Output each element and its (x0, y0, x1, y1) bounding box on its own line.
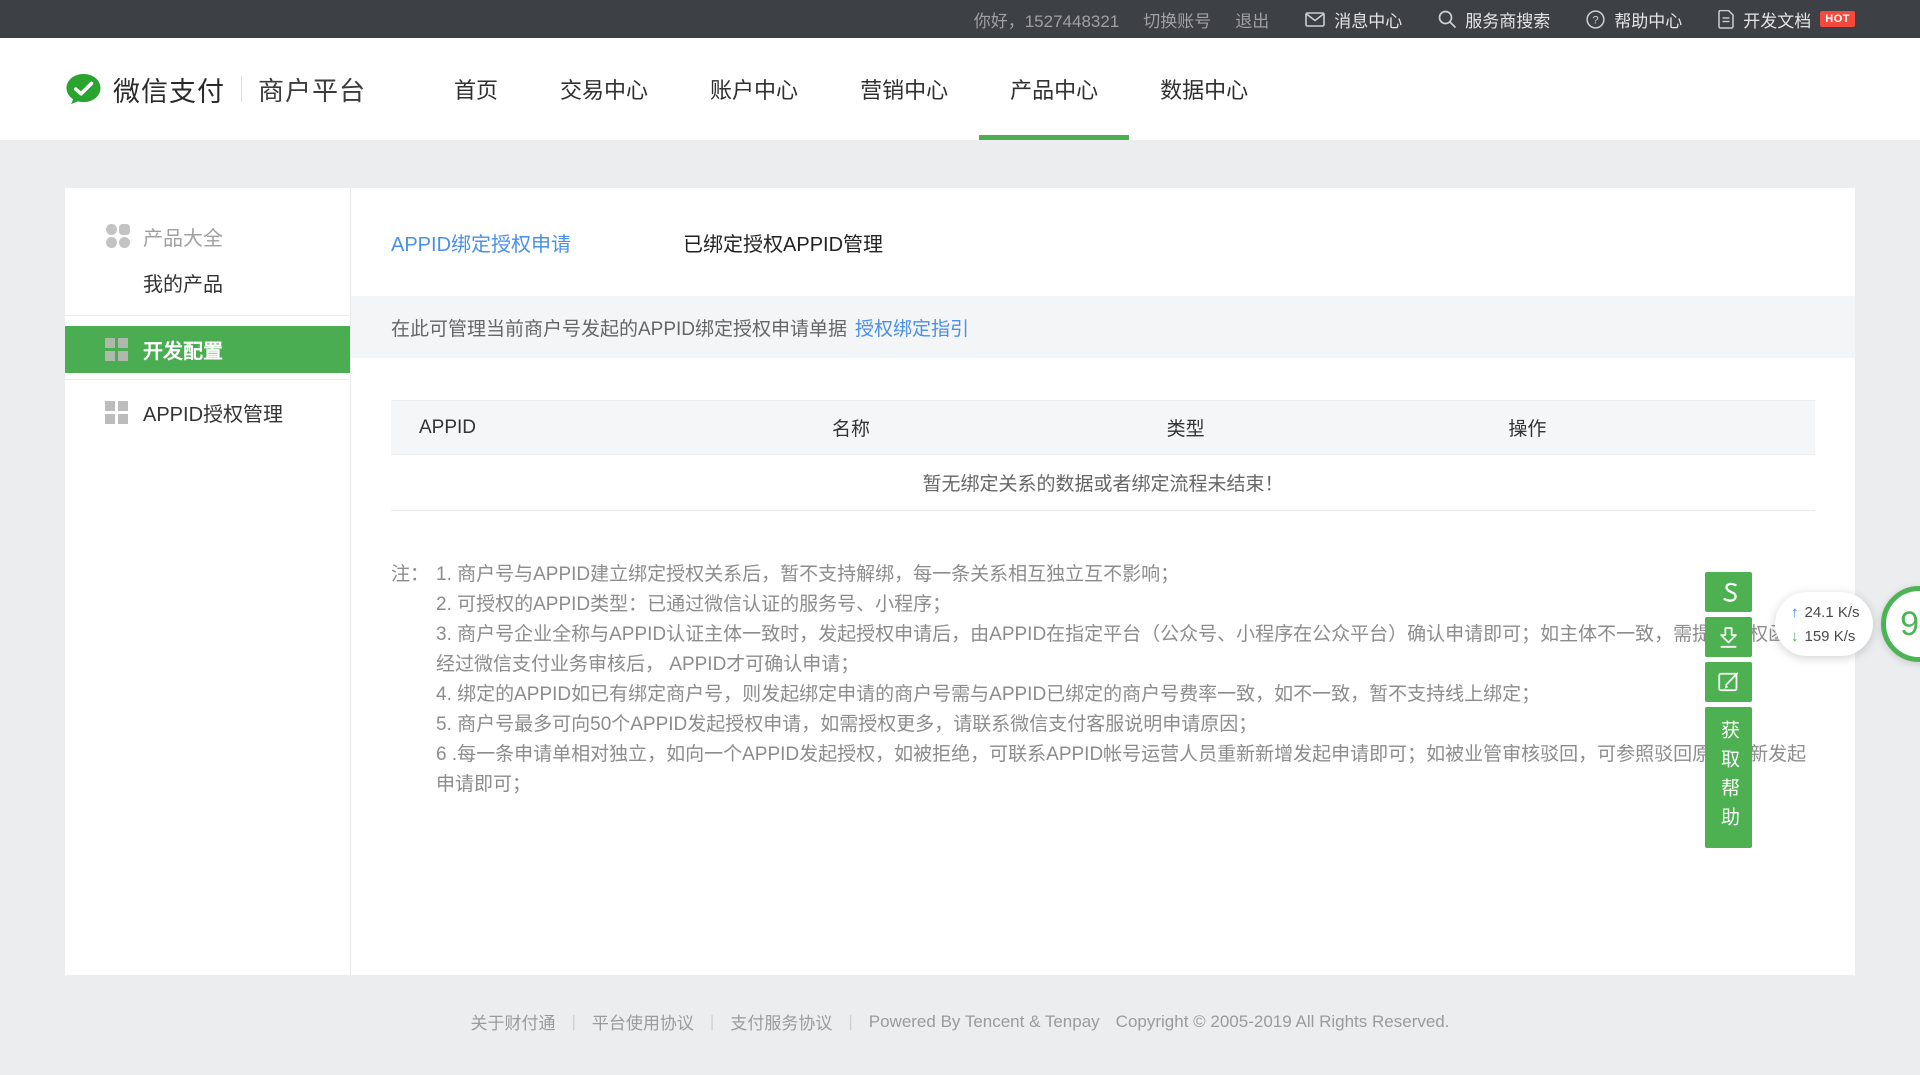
footer-link-payment-agreement[interactable]: 支付服务协议 (730, 1009, 832, 1034)
link-curve-button[interactable] (1705, 572, 1752, 612)
note-line: 2. 可授权的APPID类型：已通过微信认证的服务号、小程序； (436, 594, 952, 615)
info-bar: 在此可管理当前商户号发起的APPID绑定授权申请单据 授权绑定指引 (351, 296, 1855, 358)
download-arrow-icon: ↓ (1791, 627, 1799, 645)
floating-toolbar: 获取帮助 (1705, 572, 1752, 848)
main-card: 产品大全 我的产品 开发配置 APPID授权管理 APPID绑定授权申请 已绑定… (65, 188, 1855, 975)
tab-appid-bind-apply[interactable]: APPID绑定授权申请 (391, 228, 571, 257)
footer-separator: | (709, 1011, 715, 1031)
notes-section: 注： 1. 商户号与APPID建立绑定授权关系后，暂不支持解绑，每一条关系相互独… (391, 560, 1815, 800)
score-badge[interactable]: 99 (1881, 586, 1920, 662)
appid-table: APPID 名称 类型 操作 暂无绑定关系的数据或者绑定流程未结束！ (391, 400, 1815, 511)
wechat-pay-logo[interactable]: 微信支付 商户平台 (65, 70, 366, 109)
sidebar-item-all-products[interactable]: 产品大全 (65, 212, 350, 260)
note-line: 3. 商户号企业全称与APPID认证主体一致时，发起授权申请后，由APPID在指… (436, 624, 1807, 675)
platform-name: 商户平台 (258, 75, 367, 106)
score-value: 99 (1900, 604, 1920, 643)
edit-button[interactable] (1705, 662, 1752, 702)
hot-badge: HOT (1820, 11, 1855, 27)
sp-search-menu[interactable]: 服务商搜索 (1438, 7, 1550, 32)
get-help-button[interactable]: 获取帮助 (1705, 707, 1752, 848)
network-speed-widget[interactable]: ↑ 24.1 K/s ↓ 159 K/s (1775, 592, 1873, 656)
nav-item-marketing-center[interactable]: 营销中心 (829, 38, 979, 140)
content-panel: APPID绑定授权申请 已绑定授权APPID管理 在此可管理当前商户号发起的AP… (351, 188, 1855, 975)
footer-powered-by: Powered By Tencent & Tenpay (868, 1011, 1100, 1031)
wechat-bubble-icon (65, 73, 102, 106)
help-center-menu[interactable]: ? 帮助中心 (1586, 7, 1682, 32)
note-line: 4. 绑定的APPID如已有绑定商户号，则发起绑定申请的商户号需与APPID已绑… (436, 684, 1541, 705)
edit-pencil-icon (1717, 670, 1741, 694)
footer-link-platform-agreement[interactable]: 平台使用协议 (592, 1009, 694, 1034)
dev-docs-menu[interactable]: 开发文档 HOT (1718, 7, 1855, 32)
topbar: 你好，1527448321 切换账号 退出 消息中心 服务商搜索 ? 帮助中心 (0, 0, 1920, 38)
sidebar-item-appid-auth[interactable]: APPID授权管理 (65, 390, 350, 434)
download-speed-value: 159 K/s (1804, 627, 1856, 645)
notes-prefix: 注： (391, 564, 430, 585)
sidebar-label-dev-config: 开发配置 (143, 341, 223, 363)
dev-docs-label: 开发文档 (1743, 11, 1812, 31)
nav-item-transaction-center[interactable]: 交易中心 (529, 38, 679, 140)
nav-item-account-center[interactable]: 账户中心 (679, 38, 829, 140)
sidebar-item-my-products[interactable]: 我的产品 (65, 260, 350, 304)
search-icon (1438, 10, 1465, 28)
mail-icon (1305, 11, 1334, 27)
document-icon (1718, 9, 1743, 29)
column-header-appid: APPID (391, 400, 804, 455)
account-greeting: 你好，1527448321 (973, 11, 1120, 31)
footer-separator: | (571, 1011, 576, 1031)
help-center-label: 帮助中心 (1614, 11, 1683, 31)
sp-search-label: 服务商搜索 (1465, 11, 1551, 31)
grid-squares-icon (105, 338, 131, 361)
download-button[interactable] (1705, 617, 1752, 657)
footer: 关于财付通 | 平台使用协议 | 支付服务协议 | Powered By Ten… (65, 1009, 1855, 1034)
nav-item-product-center[interactable]: 产品中心 (979, 38, 1130, 140)
download-icon (1716, 624, 1741, 650)
upload-arrow-icon: ↑ (1791, 603, 1799, 621)
message-center-menu[interactable]: 消息中心 (1305, 7, 1402, 32)
sidebar-label-appid-auth: APPID授权管理 (143, 403, 284, 426)
sidebar-divider (65, 379, 350, 380)
logo-divider (241, 76, 242, 102)
primary-nav: 首页 交易中心 账户中心 营销中心 产品中心 数据中心 (423, 38, 1279, 140)
s-curve-link-icon (1716, 579, 1741, 606)
grid-squares-icon (105, 400, 131, 424)
logout-link[interactable]: 退出 (1235, 7, 1269, 32)
question-circle-icon: ? (1586, 9, 1614, 29)
empty-state-text: 暂无绑定关系的数据或者绑定流程未结束！ (391, 454, 1815, 511)
note-line: 6 .每一条申请单相对独立，如向一个APPID发起授权，如被拒绝，可联系APPI… (436, 744, 1807, 795)
sidebar-label-all-products: 产品大全 (143, 227, 223, 250)
upload-speed-value: 24.1 K/s (1804, 603, 1860, 621)
grid-clover-icon (105, 223, 131, 249)
sidebar: 产品大全 我的产品 开发配置 APPID授权管理 (65, 188, 351, 975)
nav-item-data-center[interactable]: 数据中心 (1129, 38, 1279, 140)
info-text: 在此可管理当前商户号发起的APPID绑定授权申请单据 (391, 318, 848, 340)
message-center-label: 消息中心 (1334, 11, 1403, 31)
column-header-name: 名称 (803, 400, 1139, 455)
sidebar-label-my-products: 我的产品 (143, 273, 223, 296)
footer-copyright: Copyright © 2005-2019 All Rights Reserve… (1115, 1011, 1450, 1031)
brand-name: 微信支付 (113, 76, 225, 107)
footer-link-about-tenpay[interactable]: 关于财付通 (470, 1009, 555, 1034)
switch-account-link[interactable]: 切换账号 (1143, 7, 1211, 32)
table-header-row: APPID 名称 类型 操作 (391, 400, 1815, 455)
nav-item-home[interactable]: 首页 (423, 38, 529, 140)
column-header-type: 类型 (1138, 400, 1481, 455)
note-line: 1. 商户号与APPID建立绑定授权关系后，暂不支持解绑，每一条关系相互独立互不… (436, 564, 1180, 585)
tab-bar: APPID绑定授权申请 已绑定授权APPID管理 (351, 188, 1855, 296)
note-line: 5. 商户号最多可向50个APPID发起授权申请，如需授权更多，请联系微信支付客… (436, 714, 1258, 735)
sidebar-divider (65, 315, 350, 316)
header: 微信支付 商户平台 首页 交易中心 账户中心 营销中心 产品中心 数据中心 (0, 38, 1920, 140)
auth-bind-guide-link[interactable]: 授权绑定指引 (855, 314, 969, 341)
svg-text:?: ? (1593, 14, 1599, 26)
table-empty-row: 暂无绑定关系的数据或者绑定流程未结束！ (391, 454, 1815, 511)
footer-separator: | (848, 1011, 853, 1031)
tab-bound-appid-manage[interactable]: 已绑定授权APPID管理 (683, 228, 883, 257)
column-header-action: 操作 (1480, 400, 1815, 455)
sidebar-item-dev-config[interactable]: 开发配置 (65, 326, 350, 373)
